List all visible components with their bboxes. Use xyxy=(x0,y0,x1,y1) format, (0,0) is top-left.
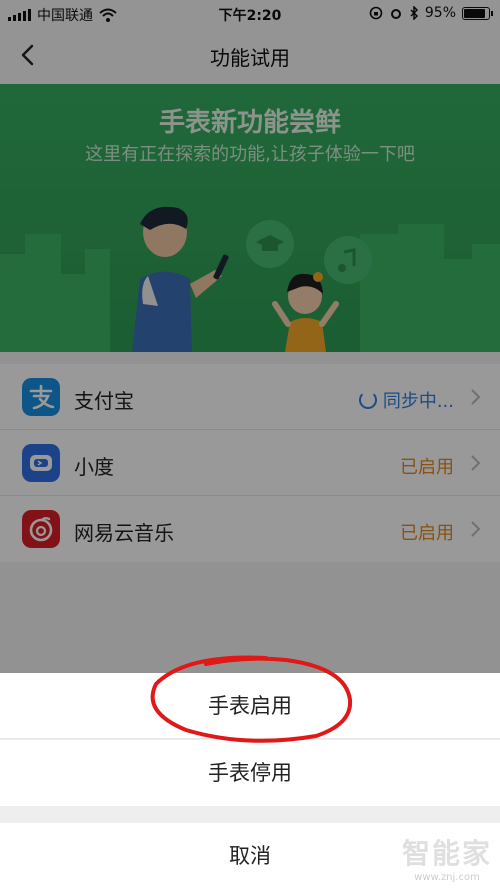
site-watermark: 智能家 www.znj.com xyxy=(402,832,492,883)
red-highlight-circle xyxy=(150,655,353,743)
disable-on-watch-button[interactable]: 手表停用 xyxy=(0,740,500,806)
watermark-url: www.znj.com xyxy=(414,872,480,883)
watermark-logo: 智能家 xyxy=(401,837,492,870)
